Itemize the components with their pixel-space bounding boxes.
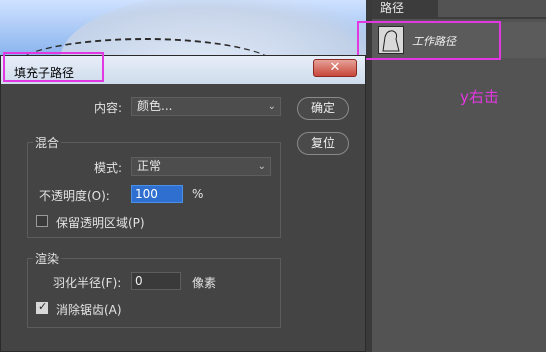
- blend-group-title: 混合: [33, 134, 62, 151]
- panel-tab-bar: [372, 17, 546, 19]
- antialias-checkbox[interactable]: [36, 300, 48, 314]
- opacity-label: 不透明度(O):: [39, 189, 110, 203]
- mode-label: 模式:: [94, 161, 123, 175]
- mode-select[interactable]: 正常 ⌄: [131, 157, 271, 176]
- fill-subpath-dialog: 填充子路径 ✕ 内容: 颜色... ⌄ 确定 复位 混合 模式: 正常 ⌄ 不透…: [0, 55, 366, 352]
- feather-unit: 像素: [192, 276, 217, 290]
- highlight-path-item: [357, 21, 501, 60]
- feather-radius-input[interactable]: 0: [131, 272, 181, 290]
- preserve-transparency-checkbox[interactable]: [36, 215, 48, 227]
- preserve-transparency-label: 保留透明区域(P): [56, 216, 145, 230]
- content-select-value: 颜色...: [137, 99, 173, 113]
- highlight-dialog-title: [3, 52, 104, 82]
- opacity-unit: %: [192, 187, 204, 201]
- feather-label: 羽化半径(F):: [53, 276, 122, 290]
- content-select[interactable]: 颜色... ⌄: [131, 97, 281, 116]
- chevron-down-icon: ⌄: [267, 101, 276, 112]
- mode-select-value: 正常: [137, 159, 162, 173]
- ok-button[interactable]: 确定: [297, 97, 349, 120]
- annotation-hint: y右击: [460, 88, 499, 106]
- close-button[interactable]: ✕: [313, 59, 357, 77]
- chevron-down-icon: ⌄: [257, 161, 266, 172]
- tab-paths[interactable]: 路径: [372, 0, 438, 17]
- antialias-label: 消除锯齿(A): [56, 303, 122, 317]
- opacity-input[interactable]: 100: [131, 185, 183, 203]
- reset-button[interactable]: 复位: [297, 132, 349, 155]
- render-group-title: 渲染: [33, 250, 62, 267]
- content-label: 内容:: [94, 101, 123, 115]
